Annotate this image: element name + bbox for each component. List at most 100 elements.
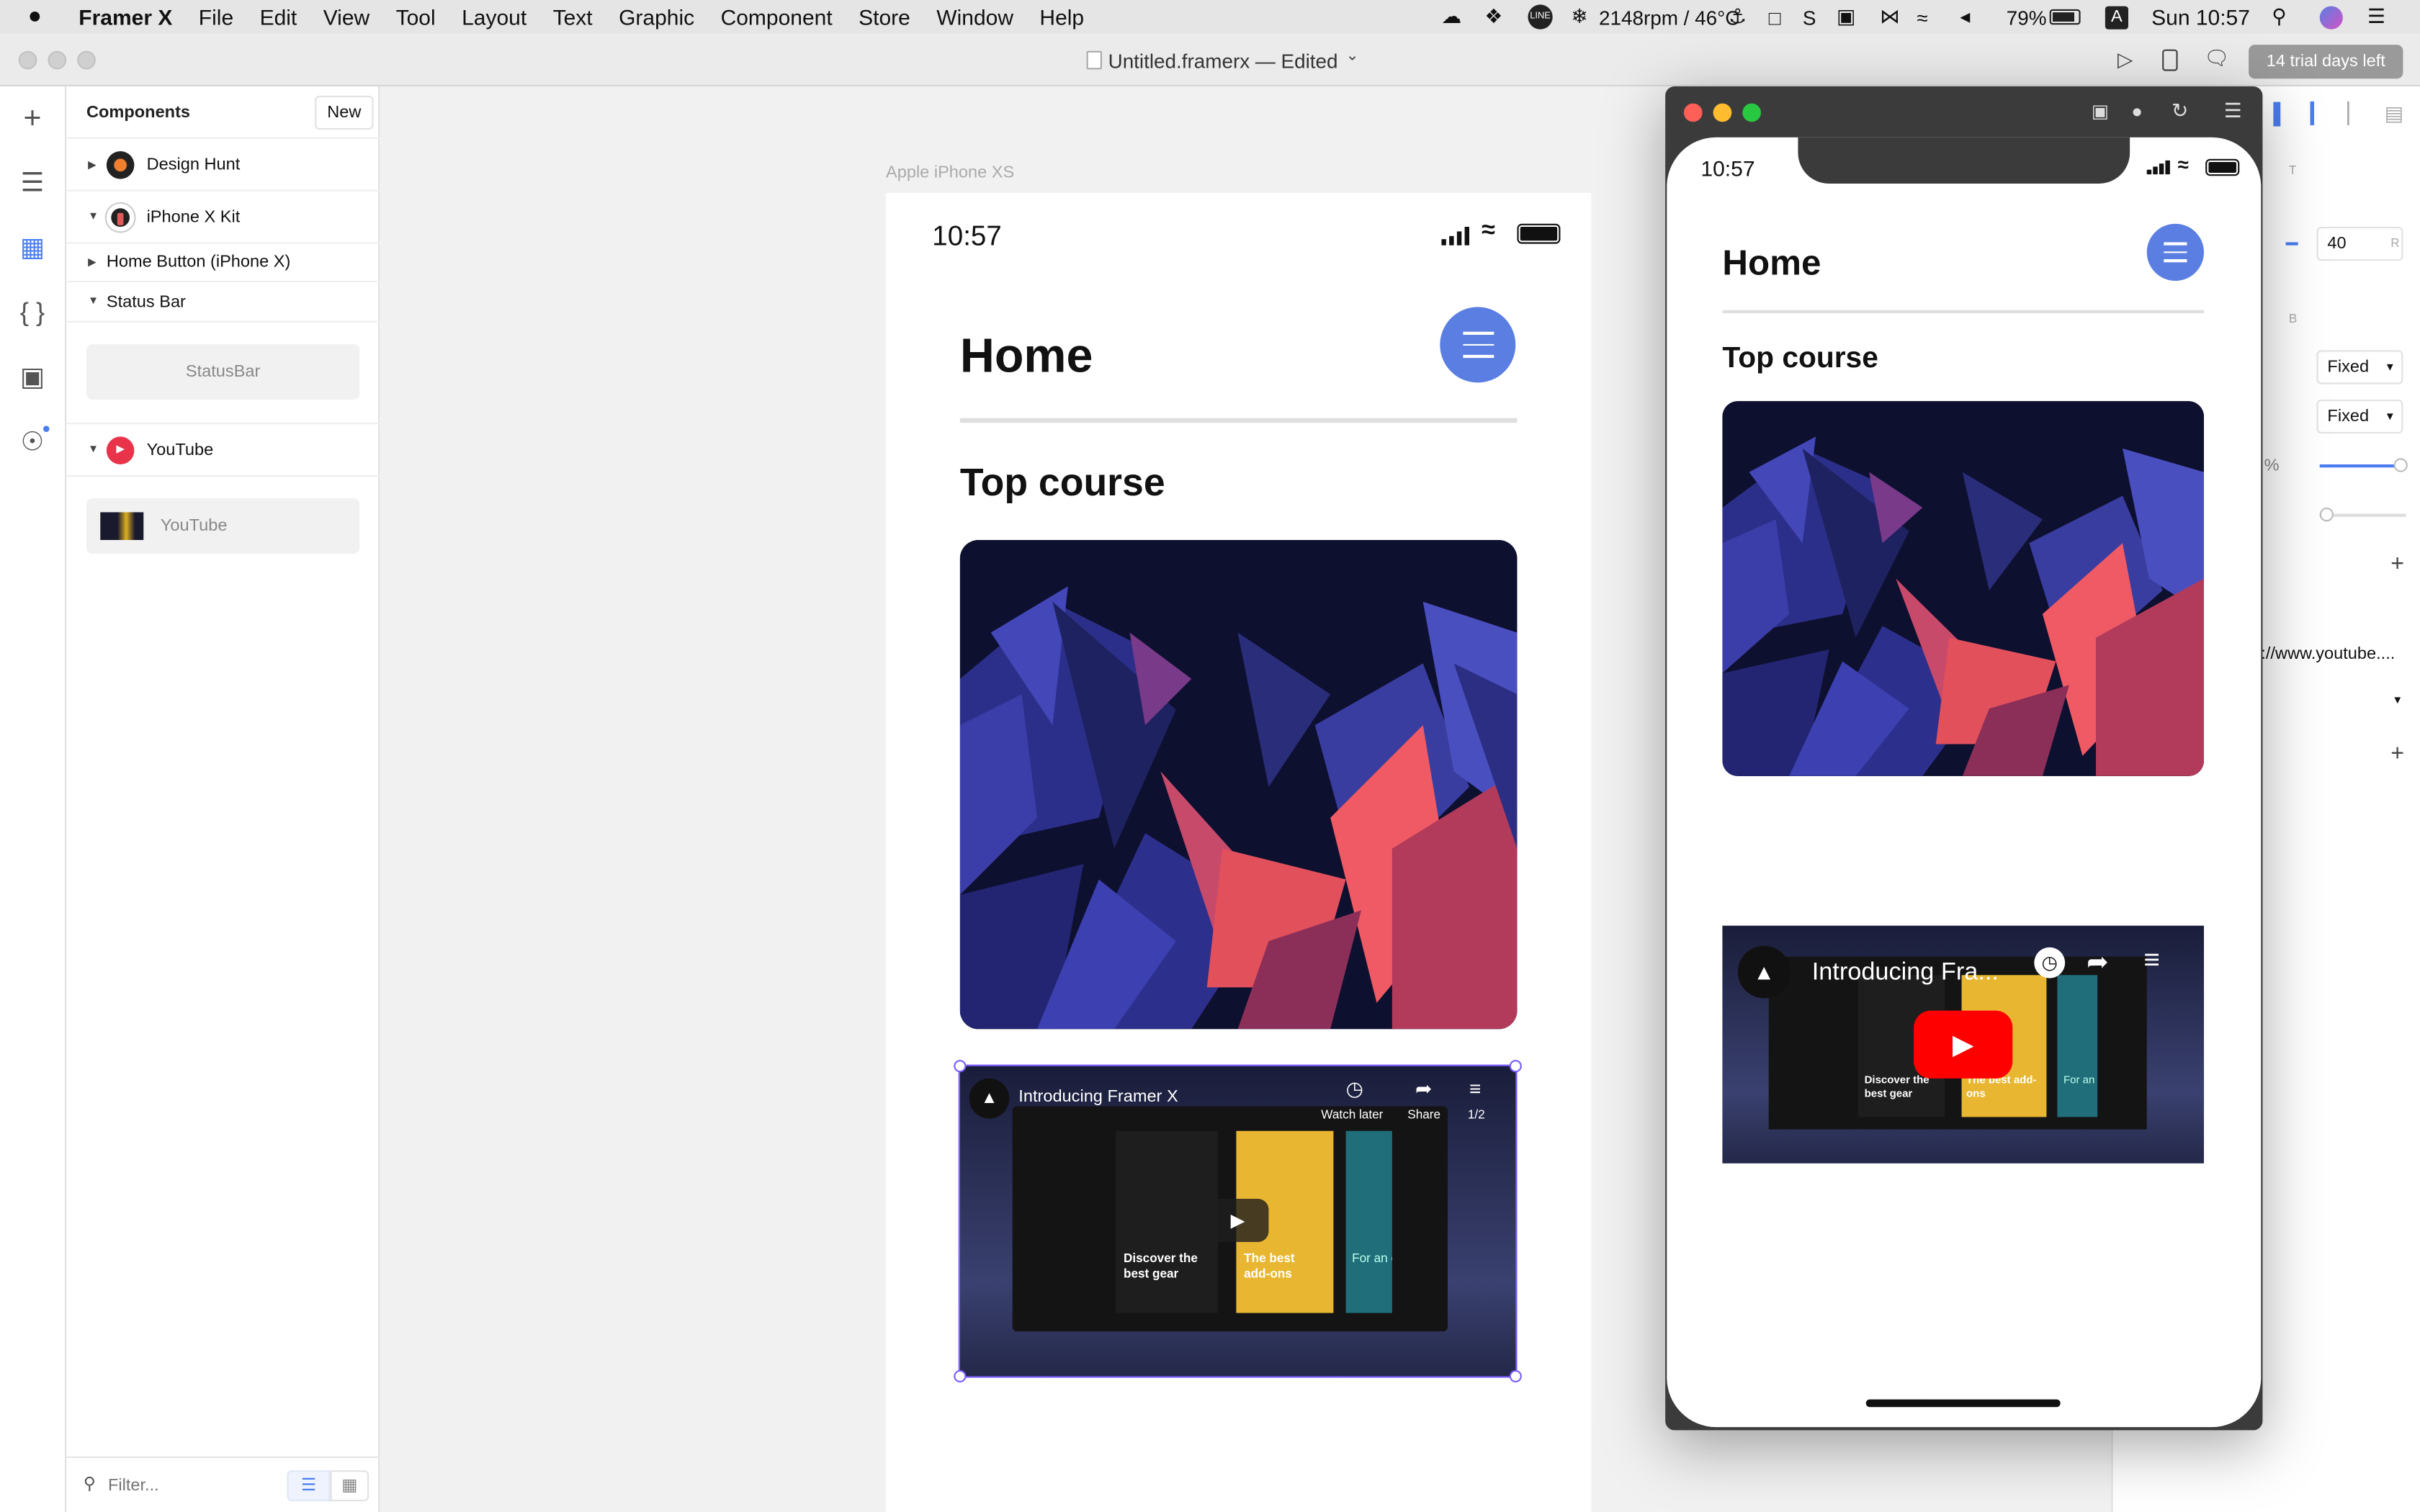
menu-graphic[interactable]: Graphic: [619, 4, 694, 29]
document-title[interactable]: Untitled.framerx — Edited: [1108, 50, 1338, 73]
chevron-down-icon[interactable]: ▼: [2392, 696, 2403, 706]
radius-field[interactable]: 40 R: [2316, 227, 2403, 261]
menu-view[interactable]: View: [323, 4, 369, 29]
width-mode-select[interactable]: Fixed ▼: [2316, 350, 2403, 384]
constraint-pin[interactable]: [2285, 242, 2298, 246]
store-icon[interactable]: ▣: [19, 363, 47, 392]
docker-icon[interactable]: ⚓: [1729, 0, 1747, 34]
youtube-component-card[interactable]: YouTube: [86, 498, 360, 554]
list-view-toggle[interactable]: ☰: [287, 1470, 331, 1501]
battery-icon[interactable]: [2049, 0, 2081, 34]
align-left-icon[interactable]: ▌: [2273, 102, 2287, 125]
menu-clock[interactable]: Sun 10:57: [2151, 0, 2250, 34]
home-indicator[interactable]: [1865, 1399, 2061, 1408]
rotation-slider-thumb[interactable]: [2319, 508, 2334, 522]
menu-component[interactable]: Component: [721, 4, 833, 29]
notification-center-icon[interactable]: ☰: [2367, 0, 2385, 34]
menu-layout[interactable]: Layout: [462, 4, 526, 29]
course-image[interactable]: [959, 540, 1518, 1030]
align-right-icon[interactable]: ▏: [2347, 102, 2362, 126]
resize-handle[interactable]: [1509, 1369, 1522, 1382]
grid-app-icon[interactable]: ▣: [1837, 0, 1855, 34]
filter-input[interactable]: [108, 1472, 278, 1500]
components-icon[interactable]: ▦: [19, 233, 47, 263]
caret-down-icon[interactable]: ▼: [88, 212, 99, 222]
new-component-button[interactable]: New: [315, 95, 374, 130]
open-external-icon[interactable]: ▣: [2092, 100, 2109, 122]
preview-youtube-embed[interactable]: Discover the best gear The best add-ons …: [1722, 925, 2204, 1164]
trial-badge[interactable]: 14 trial days left: [2249, 45, 2403, 79]
menu-file[interactable]: File: [199, 4, 233, 29]
menu-help[interactable]: Help: [1039, 4, 1084, 29]
component-row-status-bar[interactable]: ▼ Status Bar: [66, 282, 380, 323]
preview-close-button[interactable]: [1683, 103, 1703, 122]
add-property-icon[interactable]: +: [2390, 551, 2404, 577]
playlist-icon[interactable]: ≡: [2143, 944, 2160, 976]
window-zoom-button[interactable]: [77, 50, 96, 70]
fan-icon[interactable]: ❄: [1571, 0, 1587, 34]
height-mode-select[interactable]: Fixed ▼: [2316, 400, 2403, 434]
volume-icon[interactable]: ◂: [1960, 0, 1970, 34]
wifi-icon[interactable]: ≈: [1917, 0, 1927, 34]
align-center-icon[interactable]: ▎: [2311, 102, 2326, 126]
opacity-slider-thumb[interactable]: [2393, 458, 2408, 472]
share-icon[interactable]: ➦: [2087, 948, 2109, 978]
caret-down-icon[interactable]: ▼: [88, 296, 99, 307]
caret-right-icon[interactable]: ▶: [88, 158, 97, 171]
component-row-iphone-x-kit[interactable]: ▼ iPhone X Kit: [66, 192, 380, 244]
menu-window[interactable]: Window: [936, 4, 1013, 29]
watch-later-icon[interactable]: ◷: [2034, 947, 2066, 978]
menu-edit[interactable]: Edit: [260, 4, 297, 29]
resize-handle[interactable]: [954, 1369, 967, 1382]
menu-tool[interactable]: Tool: [396, 4, 436, 29]
menu-text[interactable]: Text: [553, 4, 593, 29]
resize-handle[interactable]: [954, 1060, 967, 1073]
menu-button[interactable]: [1440, 307, 1516, 383]
resize-handle[interactable]: [1509, 1060, 1522, 1073]
device-icon[interactable]: [2162, 49, 2178, 71]
window-close-button[interactable]: [18, 50, 37, 70]
component-row-design-hunt[interactable]: ▶ Design Hunt: [66, 139, 380, 192]
preview-window[interactable]: ▣ ● ↻ ☰ 10:57 ≈ Home Top course Discover…: [1665, 86, 2263, 1431]
insert-icon[interactable]: +: [19, 101, 47, 135]
skype-icon[interactable]: S: [1803, 0, 1816, 34]
menu-icon[interactable]: ☰: [2224, 99, 2242, 123]
preview-minimize-button[interactable]: [1713, 103, 1732, 122]
add-property-icon[interactable]: +: [2390, 741, 2404, 767]
spotlight-icon[interactable]: ⚲: [2272, 0, 2286, 34]
creative-cloud-icon[interactable]: ☁: [1441, 0, 1461, 34]
grid-view-toggle[interactable]: ▦: [330, 1470, 369, 1501]
preview-video-title[interactable]: Introducing Fra...: [1812, 960, 1999, 988]
chevron-down-icon[interactable]: ⌄: [1346, 48, 1359, 65]
opacity-slider-track[interactable]: [2319, 464, 2401, 468]
input-method-indicator[interactable]: A: [2105, 0, 2128, 34]
battery-percent[interactable]: 79%: [2007, 0, 2047, 34]
menu-store[interactable]: Store: [859, 4, 910, 29]
siri-icon[interactable]: [2319, 0, 2343, 34]
team-icon[interactable]: ☉: [19, 428, 47, 457]
refresh-icon[interactable]: ↻: [2172, 99, 2188, 123]
youtube-play-button[interactable]: ▶: [1914, 1010, 2013, 1079]
window-minimize-button[interactable]: [48, 50, 67, 70]
frame-label[interactable]: Apple iPhone XS: [886, 163, 1014, 182]
layers-icon[interactable]: ☰: [19, 168, 47, 198]
preview-course-image[interactable]: [1722, 401, 2204, 776]
component-row-youtube[interactable]: ▼ ▶ YouTube: [66, 424, 380, 477]
preview-menu-button[interactable]: [2146, 223, 2204, 281]
url-field[interactable]: ://www.youtube....: [2255, 637, 2413, 671]
screen-icon[interactable]: □: [1769, 0, 1781, 34]
lock-icon[interactable]: ●: [2131, 100, 2143, 122]
preview-phone-screen[interactable]: 10:57 ≈ Home Top course Discover the bes…: [1667, 137, 2262, 1428]
caret-right-icon[interactable]: ▶: [88, 256, 97, 269]
code-icon[interactable]: { }: [19, 298, 47, 328]
comment-icon[interactable]: 🗨: [2204, 46, 2229, 71]
line-icon[interactable]: LINE: [1528, 0, 1553, 34]
distribute-icon[interactable]: ▤: [2385, 102, 2403, 126]
bluetooth-icon[interactable]: ⋈: [1880, 0, 1900, 34]
statusbar-component-card[interactable]: StatusBar: [86, 343, 360, 400]
component-row-home-button[interactable]: ▶ Home Button (iPhone X): [66, 244, 380, 283]
menu-app-name[interactable]: Framer X: [79, 4, 172, 29]
preview-play-icon[interactable]: ▷: [2118, 48, 2133, 72]
fan-status-text[interactable]: 2148rpm / 46°C: [1599, 0, 1739, 34]
dropbox-icon[interactable]: ❖: [1484, 0, 1502, 34]
